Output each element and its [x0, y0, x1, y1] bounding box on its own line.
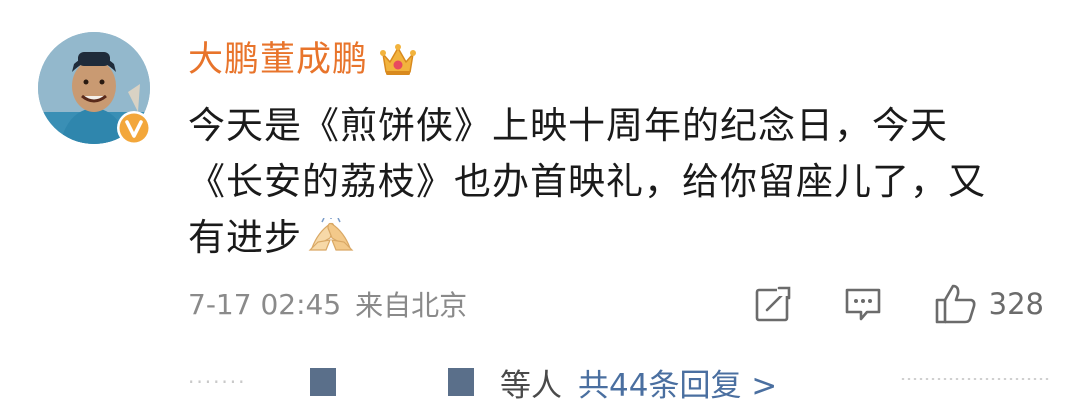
- location-source: 来自北京: [355, 289, 468, 322]
- comment-meta: 7-17 02:45 来自北京: [188, 280, 467, 328]
- view-replies-link[interactable]: 共44条回复 >: [578, 360, 777, 405]
- comment-content: 今天是《煎饼侠》上映十周年的纪念日，今天 《长安的荔枝》也办首映礼，给你留座儿了…: [188, 98, 1018, 266]
- comment-actions: 328: [753, 278, 1044, 330]
- praying-hands-emoji-icon: [308, 218, 354, 251]
- comment-line-3-wrap: 有进步: [188, 210, 1018, 266]
- comment-line-1: 今天是《煎饼侠》上映十周年的纪念日，今天: [188, 104, 948, 147]
- like-button[interactable]: 328: [933, 282, 1044, 326]
- thumbs-up-icon: [935, 284, 976, 324]
- comment-button[interactable]: [843, 284, 883, 324]
- verified-v-icon: [117, 111, 151, 145]
- like-count: 328: [988, 287, 1044, 321]
- redacted-user-1: [310, 368, 336, 396]
- repost-button[interactable]: [753, 284, 793, 324]
- divider-dots: [900, 378, 1050, 380]
- avatar-container[interactable]: [38, 32, 151, 145]
- crown-icon[interactable]: [378, 40, 418, 80]
- redacted-user-2: [448, 368, 474, 396]
- replies-row[interactable]: ······· 等人 共44条回复 >: [188, 356, 1048, 408]
- comment-icon: [845, 288, 880, 321]
- replies-prefix-dots: ·······: [188, 370, 247, 394]
- comment-card: 大鹏董成鹏 今天是《煎饼侠》上映十周年的纪念日，今天 《长安的荔枝》也办首映礼，…: [0, 0, 1080, 416]
- username[interactable]: 大鹏董成鹏: [188, 36, 368, 84]
- username-row: 大鹏董成鹏: [188, 36, 418, 84]
- timestamp: 7-17 02:45: [188, 287, 342, 321]
- replies-label: 等人: [500, 367, 562, 404]
- comment-line-2: 《长安的荔枝》也办首映礼，给你留座儿了，又: [188, 160, 986, 203]
- repost-icon: [755, 284, 793, 322]
- comment-line-3: 有进步: [188, 216, 302, 259]
